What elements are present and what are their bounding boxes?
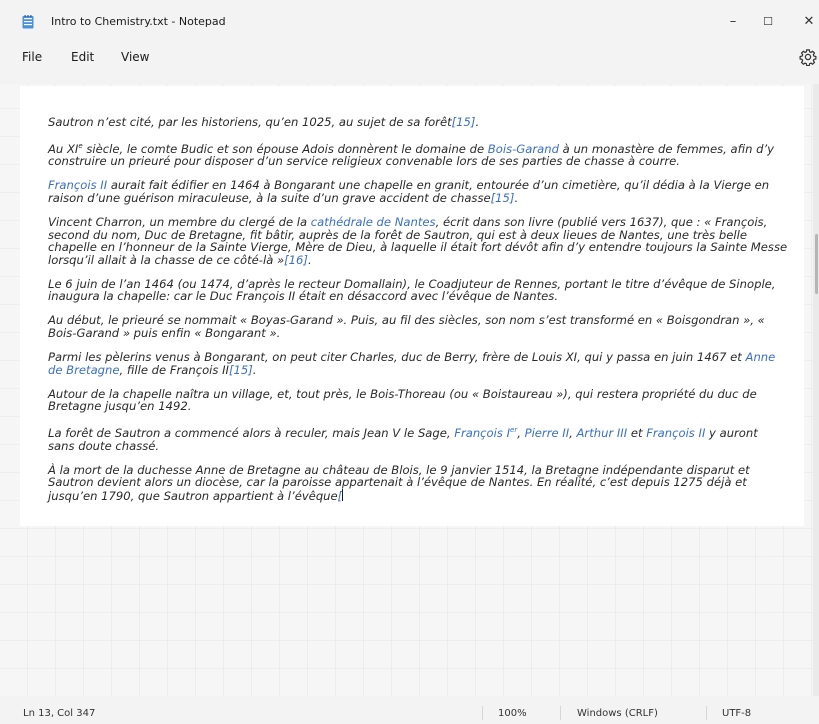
maximize-button[interactable]: ☐	[753, 10, 783, 32]
reference-link[interactable]: [16]	[284, 253, 308, 267]
status-divider	[482, 706, 483, 720]
text-caret	[342, 488, 344, 501]
encoding[interactable]: UTF-8	[722, 708, 751, 719]
menu-view[interactable]: View	[121, 50, 149, 64]
link-pierre-ii[interactable]: Pierre II	[525, 426, 570, 440]
paragraph: Parmi les pèlerins venus à Bongarant, on…	[48, 349, 776, 377]
cursor-position: Ln 13, Col 347	[23, 708, 96, 719]
paragraph: Vincent Charron, un membre du clergé de …	[48, 215, 788, 267]
close-button[interactable]: ✕	[794, 10, 819, 32]
link-francois-ii[interactable]: François II	[646, 426, 705, 440]
gear-icon[interactable]	[799, 48, 817, 66]
line-ending[interactable]: Windows (CRLF)	[577, 708, 658, 719]
title-bar: Intro to Chemistry.txt - Notepad – ☐ ✕	[0, 0, 819, 42]
maximize-icon: ☐	[763, 14, 773, 28]
vertical-scrollbar[interactable]	[813, 84, 819, 696]
reference-link[interactable]: [15]	[229, 363, 253, 377]
close-icon: ✕	[803, 13, 815, 29]
status-divider	[706, 706, 707, 720]
status-bar: Ln 13, Col 347 100% Windows (CRLF) UTF-8	[0, 702, 819, 724]
minimize-icon: –	[729, 13, 737, 29]
zoom-level[interactable]: 100%	[498, 708, 527, 719]
menu-edit[interactable]: Edit	[71, 50, 94, 64]
document-text[interactable]: Sautron n’est cité, par les historiens, …	[48, 116, 788, 514]
menu-bar: File Edit View	[0, 42, 819, 72]
paragraph: Sautron n’est cité, par les historiens, …	[48, 115, 480, 129]
menu-file[interactable]: File	[22, 50, 42, 64]
paragraph: À la mort de la duchesse Anne de Bretagn…	[48, 462, 750, 503]
reference-link[interactable]: [15]	[452, 115, 476, 129]
paragraph: Au XIe siècle, le comte Budic et son épo…	[48, 141, 775, 169]
paragraph: Autour de la chapelle naîtra un village,…	[48, 386, 757, 414]
window-title: Intro to Chemistry.txt - Notepad	[51, 15, 226, 28]
notepad-icon	[22, 15, 34, 29]
paragraph: Le 6 juin de l’an 1464 (ou 1474, d’après…	[48, 276, 776, 304]
paragraph: Au début, le prieuré se nommait « Boyas-…	[48, 313, 765, 340]
link-francois-i[interactable]: François Ier	[454, 426, 517, 440]
paragraph: François II aurait fait édifier en 1464 …	[48, 178, 770, 206]
minimize-button[interactable]: –	[718, 10, 748, 32]
reference-link[interactable]: [15]	[491, 191, 515, 205]
scrollbar-thumb[interactable]	[815, 234, 818, 294]
link-arthur-iii[interactable]: Arthur III	[577, 426, 628, 440]
paragraph: La forêt de Sautron a commencé alors à r…	[48, 425, 758, 453]
status-divider	[560, 706, 561, 720]
